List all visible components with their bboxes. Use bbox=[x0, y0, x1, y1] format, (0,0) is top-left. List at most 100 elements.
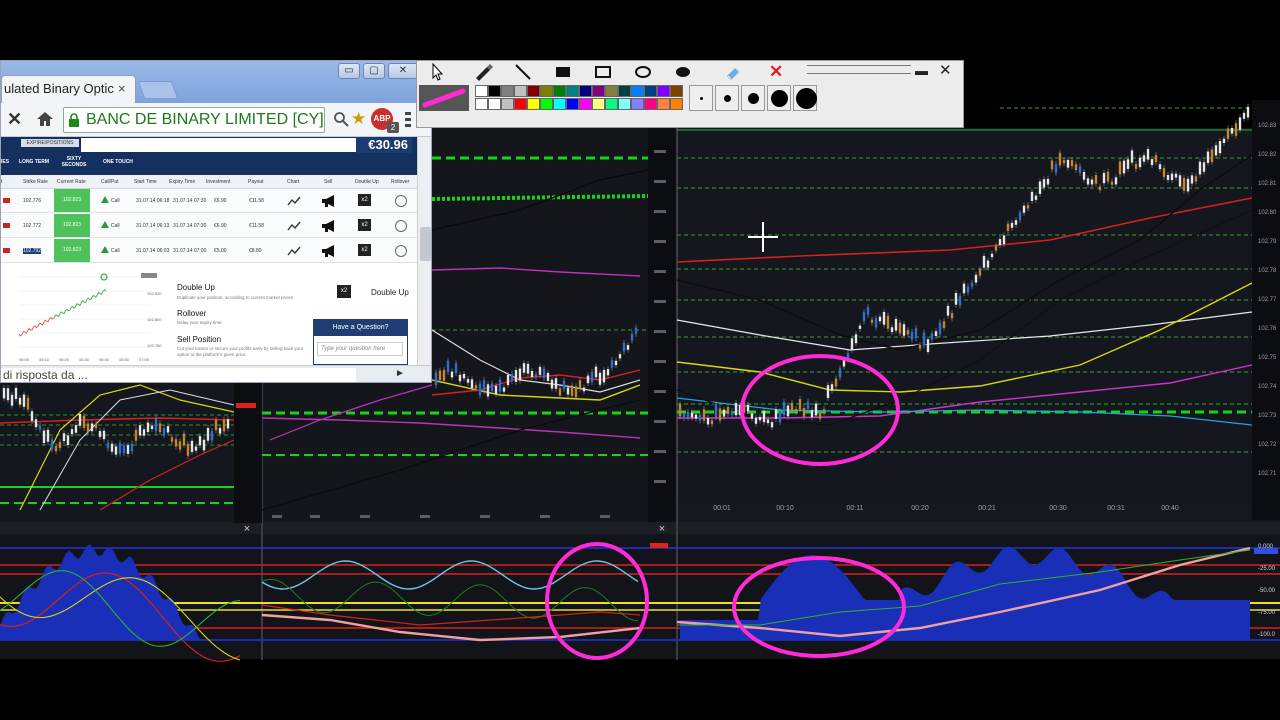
tab-one-touch[interactable]: ONE TOUCH bbox=[103, 159, 133, 165]
home-icon[interactable] bbox=[35, 109, 55, 129]
color-swatch[interactable] bbox=[475, 85, 488, 97]
color-swatch[interactable] bbox=[657, 85, 670, 97]
candle-body bbox=[586, 375, 590, 384]
sell-megaphone-icon[interactable] bbox=[321, 220, 337, 232]
candle-body bbox=[610, 360, 614, 368]
browser-menu-icon[interactable] bbox=[405, 111, 411, 129]
expiry-time: 31.07.14 07:30 bbox=[173, 223, 207, 229]
search-icon[interactable] bbox=[333, 111, 349, 127]
color-swatch[interactable] bbox=[631, 98, 644, 110]
close-window-button[interactable]: ✕ bbox=[388, 63, 418, 79]
rollover-icon[interactable] bbox=[395, 245, 407, 257]
candle-body bbox=[1034, 195, 1038, 200]
filled-ellipse-icon[interactable] bbox=[672, 63, 694, 81]
brush-size-1[interactable] bbox=[689, 85, 713, 111]
color-swatch[interactable] bbox=[527, 98, 540, 110]
rollover-icon[interactable] bbox=[395, 220, 407, 232]
color-swatch[interactable] bbox=[501, 98, 514, 110]
brush-size-4[interactable] bbox=[767, 85, 791, 111]
clear-drawing-icon[interactable]: ✕ bbox=[769, 62, 783, 82]
row-flag-icon bbox=[3, 248, 10, 253]
new-tab-button[interactable] bbox=[137, 81, 179, 99]
brush-size-2[interactable] bbox=[715, 85, 739, 111]
tab-long-term[interactable]: LONG TERM bbox=[19, 159, 49, 165]
color-swatch[interactable] bbox=[631, 85, 644, 97]
double-up-badge[interactable]: x2 bbox=[337, 285, 351, 298]
sell-megaphone-icon[interactable] bbox=[321, 195, 337, 207]
color-swatch[interactable] bbox=[540, 98, 553, 110]
color-swatch[interactable] bbox=[579, 85, 592, 97]
color-swatch[interactable] bbox=[592, 98, 605, 110]
ellipse-icon[interactable] bbox=[632, 63, 654, 81]
candle-body bbox=[966, 286, 970, 293]
color-swatch[interactable] bbox=[553, 85, 566, 97]
column-prefix: t bbox=[1, 179, 3, 185]
chart-icon[interactable] bbox=[287, 245, 301, 257]
color-swatch[interactable] bbox=[566, 98, 579, 110]
double-up-button[interactable]: Double Up bbox=[371, 288, 409, 297]
tab-sixty-seconds[interactable]: SIXTY SECONDS bbox=[61, 156, 87, 168]
color-swatch[interactable] bbox=[618, 98, 631, 110]
color-swatch[interactable] bbox=[488, 85, 501, 97]
line-icon[interactable] bbox=[512, 63, 534, 81]
eraser-icon[interactable] bbox=[722, 63, 744, 81]
address-bar[interactable]: BANC DE BINARY LIMITED [CY] bbox=[63, 107, 325, 133]
color-swatch[interactable] bbox=[592, 85, 605, 97]
page-scrollbar[interactable] bbox=[417, 137, 431, 365]
color-swatch[interactable] bbox=[618, 85, 631, 97]
color-swatch[interactable] bbox=[644, 98, 657, 110]
expire-positions-label[interactable]: EXPIRE/POSITIONS bbox=[21, 139, 79, 147]
paint-close-icon[interactable]: ✕ bbox=[939, 61, 952, 79]
filled-rect-icon[interactable] bbox=[552, 63, 574, 81]
brush-size-3[interactable] bbox=[741, 85, 765, 111]
double-up-badge[interactable]: x2 bbox=[358, 219, 371, 231]
color-swatch[interactable] bbox=[605, 98, 618, 110]
color-swatch[interactable] bbox=[566, 85, 579, 97]
chart-icon[interactable] bbox=[287, 220, 301, 232]
color-swatch[interactable] bbox=[475, 98, 488, 110]
paint-minimize-icon[interactable]: ▬ bbox=[915, 63, 928, 78]
bookmark-star-icon[interactable]: ★ bbox=[351, 109, 366, 129]
browser-tab[interactable]: ulated Binary Optic bbox=[1, 75, 136, 103]
sell-megaphone-icon[interactable] bbox=[321, 245, 337, 257]
candle-body bbox=[1238, 117, 1242, 130]
rollover-icon[interactable] bbox=[395, 195, 407, 207]
scrollbar-thumb[interactable] bbox=[420, 227, 431, 261]
color-swatch[interactable] bbox=[527, 85, 540, 97]
color-swatch[interactable] bbox=[605, 85, 618, 97]
color-swatch[interactable] bbox=[644, 85, 657, 97]
candle-body bbox=[434, 372, 438, 386]
maximize-button[interactable]: ▢ bbox=[363, 63, 385, 79]
stop-loading-icon[interactable]: ✕ bbox=[7, 109, 22, 130]
pen-icon[interactable] bbox=[472, 63, 494, 81]
status-scroll-arrow-icon[interactable]: ► bbox=[395, 368, 405, 379]
rect-icon[interactable] bbox=[592, 63, 614, 81]
candle-body bbox=[1166, 175, 1170, 180]
candle-body bbox=[122, 445, 126, 453]
double-up-badge[interactable]: x2 bbox=[358, 194, 371, 206]
current-color-swatch[interactable] bbox=[419, 85, 469, 111]
tab-close-icon[interactable]: × bbox=[118, 81, 126, 96]
color-swatch[interactable] bbox=[657, 98, 670, 110]
color-swatch[interactable] bbox=[553, 98, 566, 110]
table-row[interactable]: 102.772 102.823 Call 31.07.14 06:13 31.07.14… bbox=[1, 214, 417, 238]
color-swatch[interactable] bbox=[501, 85, 514, 97]
color-swatch[interactable] bbox=[670, 85, 683, 97]
candle-body bbox=[90, 423, 94, 432]
color-swatch[interactable] bbox=[670, 98, 683, 110]
arrow-icon[interactable] bbox=[427, 63, 449, 81]
minimize-button[interactable]: ▭ bbox=[338, 63, 360, 79]
call-arrow-icon bbox=[101, 196, 109, 203]
table-row[interactable]: 102.776 102.823 Call 31.07.14 06:18 31.07.14… bbox=[1, 189, 417, 213]
table-row[interactable]: 102.792 102.823 Call 31.07.14 06:03 31.07.14… bbox=[1, 239, 417, 263]
mini-time-label: 06:10 bbox=[39, 357, 50, 362]
chart-icon[interactable] bbox=[287, 195, 301, 207]
color-swatch[interactable] bbox=[579, 98, 592, 110]
color-swatch[interactable] bbox=[514, 98, 527, 110]
color-swatch[interactable] bbox=[514, 85, 527, 97]
question-input[interactable]: Type your question here bbox=[317, 342, 403, 356]
color-swatch[interactable] bbox=[488, 98, 501, 110]
color-swatch[interactable] bbox=[540, 85, 553, 97]
double-up-badge[interactable]: x2 bbox=[358, 244, 371, 256]
brush-size-5[interactable] bbox=[793, 85, 817, 111]
